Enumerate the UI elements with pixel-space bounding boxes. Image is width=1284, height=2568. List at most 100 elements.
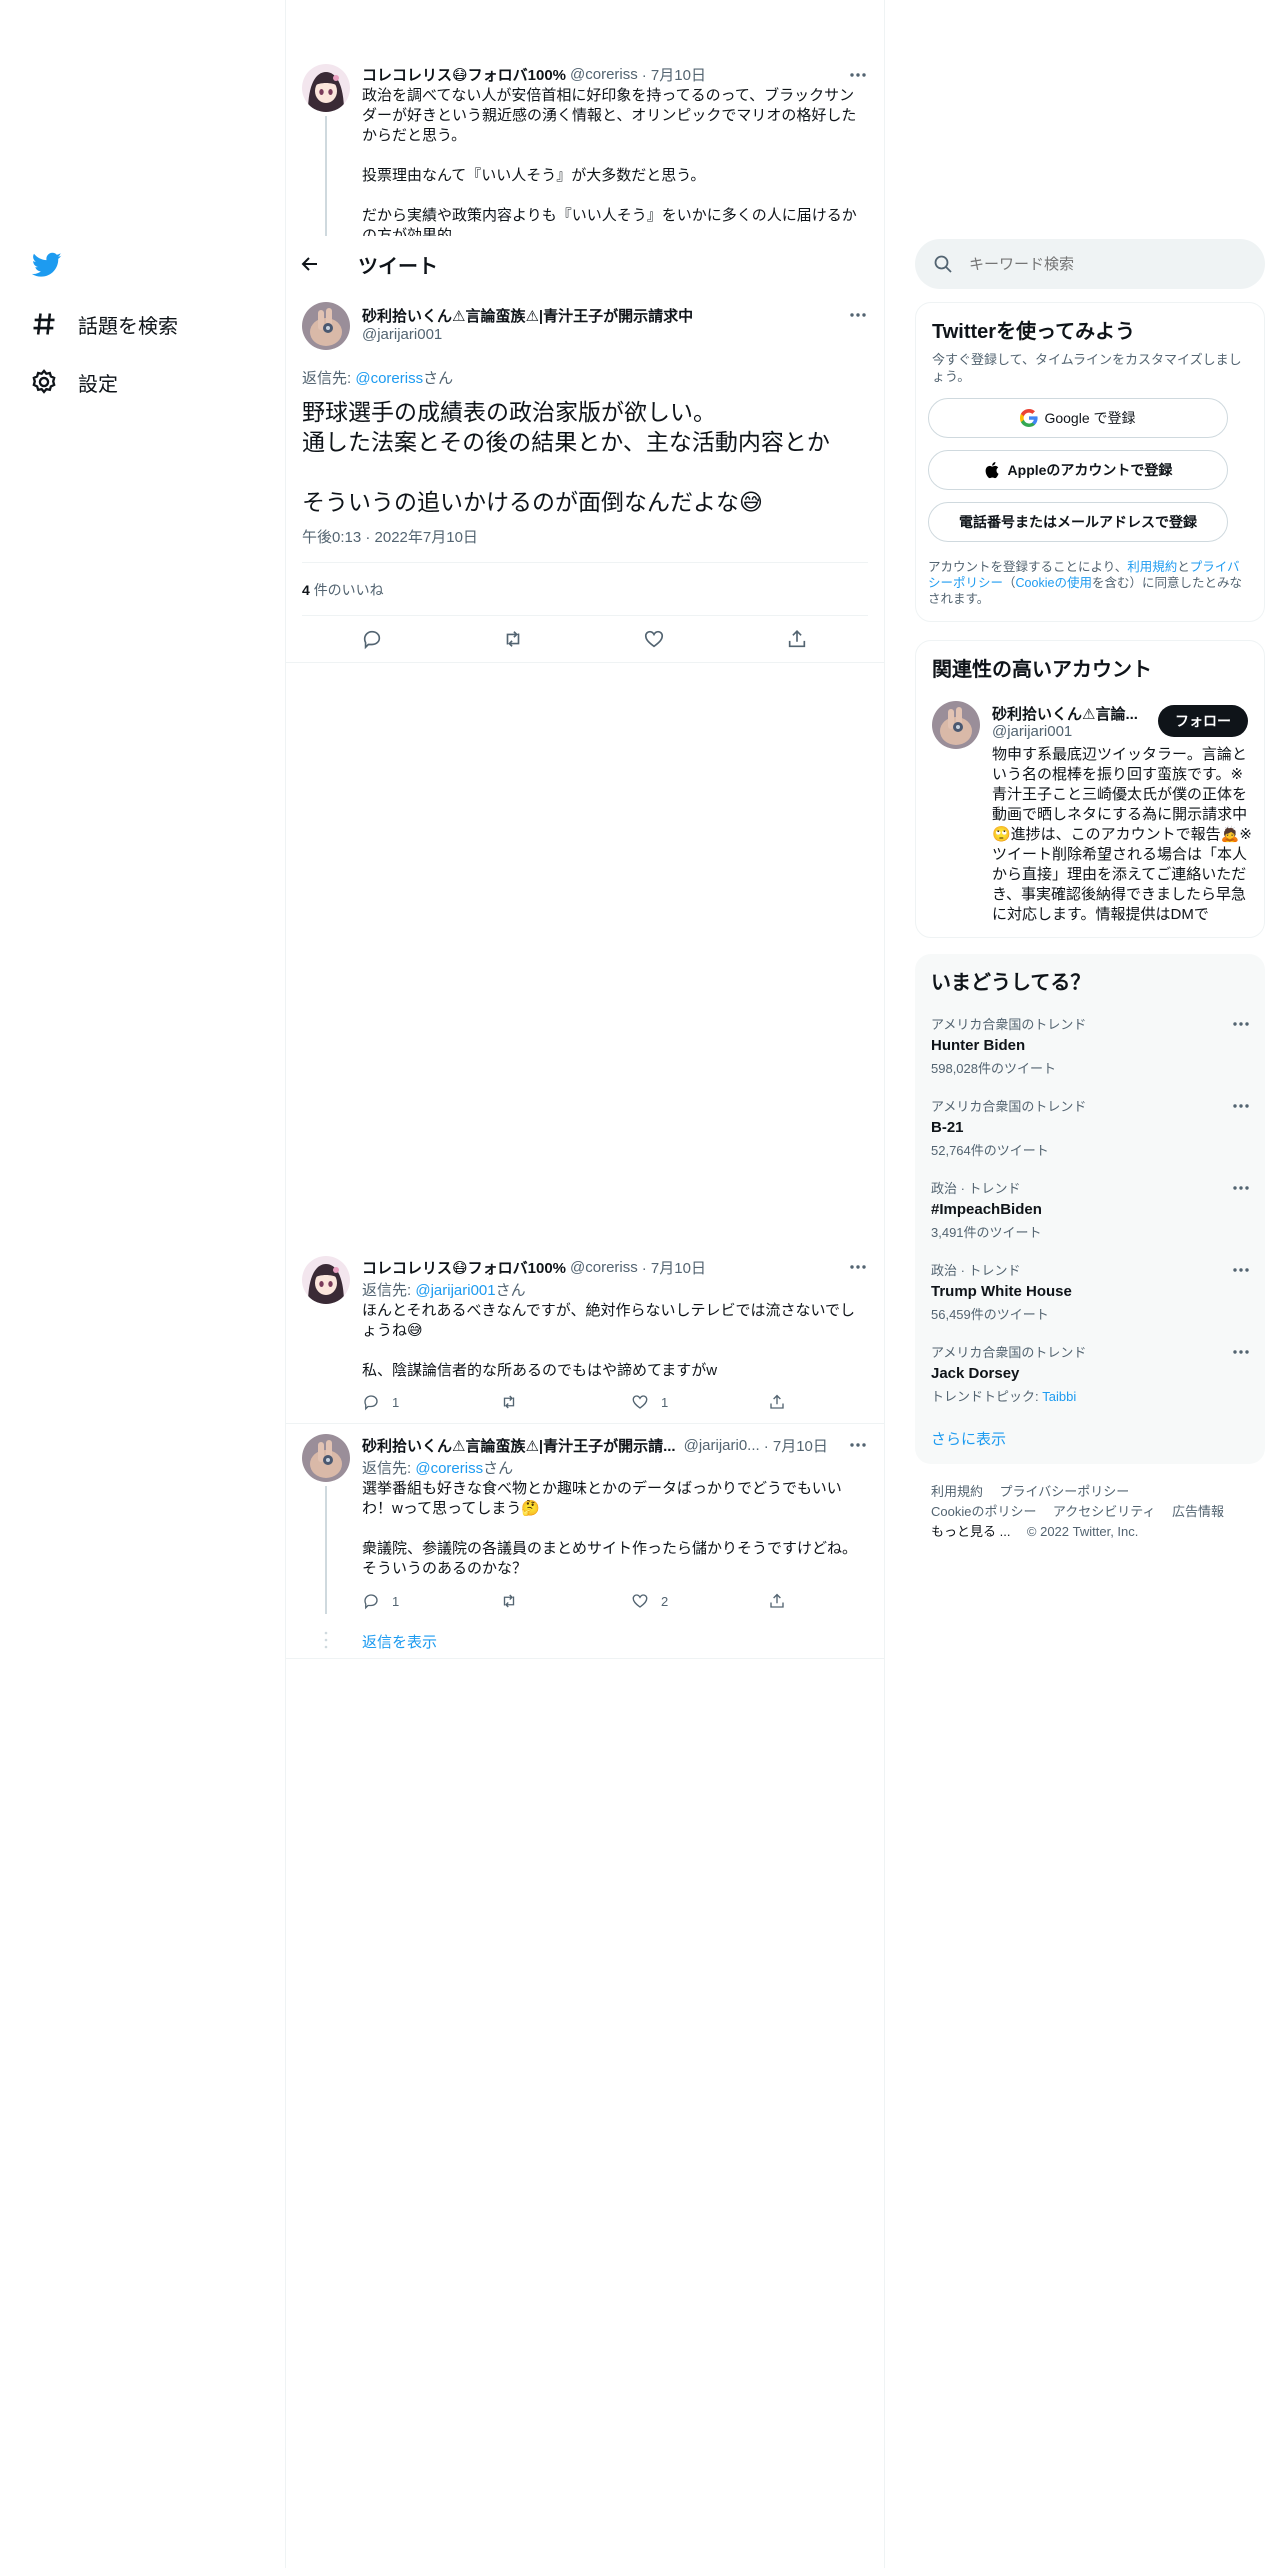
more-icon[interactable] xyxy=(848,1257,868,1277)
search-input[interactable] xyxy=(969,251,1249,277)
reply-to-link[interactable]: @coreriss xyxy=(355,370,423,387)
like-action[interactable]: 1 xyxy=(631,1393,668,1411)
tweet-date[interactable]: · 7月10日 xyxy=(764,1435,828,1456)
trend-name: Jack Dorsey xyxy=(931,1365,1020,1382)
reply-suffix: さん xyxy=(495,1282,526,1299)
like-count: 1 xyxy=(661,1394,669,1410)
avatar[interactable] xyxy=(302,64,350,112)
reply-context: 返信先: @corerissさん xyxy=(302,367,453,388)
likes-stat[interactable]: 4 件のいいね xyxy=(302,580,384,600)
author-handle[interactable]: @jarijari0... xyxy=(684,1437,760,1454)
author-name[interactable]: コレコレリス😷フォロバ100% xyxy=(362,64,566,85)
reply-icon xyxy=(364,1395,378,1411)
divider xyxy=(286,1423,884,1424)
reply-label: 返信先: xyxy=(302,370,352,387)
trend-item[interactable]: 政治 · トレンド Trump White House 56,459件のツイート xyxy=(931,1260,1251,1323)
author-handle[interactable]: @coreriss xyxy=(570,66,638,83)
author-handle[interactable]: @coreriss xyxy=(570,1259,638,1276)
trend-item[interactable]: 政治 · トレンド #ImpeachBiden 3,491件のツイート xyxy=(931,1178,1251,1241)
trend-count: トレンドトピック: Taibbi xyxy=(931,1386,1251,1405)
like-action[interactable]: 2 xyxy=(631,1592,668,1610)
trend-item[interactable]: アメリカ合衆国のトレンド Hunter Biden 598,028件のツイート xyxy=(931,1014,1251,1077)
retweet-action[interactable] xyxy=(500,1592,530,1610)
trend-item[interactable]: アメリカ合衆国のトレンド B-21 52,764件のツイート xyxy=(931,1096,1251,1159)
cookie-link[interactable]: Cookieの使用 xyxy=(1016,576,1092,590)
related-name[interactable]: 砂利拾いくん⚠言論... xyxy=(992,703,1138,724)
author-name[interactable]: 砂利拾いくん⚠言論蛮族⚠|青汁王子が開示請求中 xyxy=(362,305,693,326)
footer-link-privacy[interactable]: プライバシーポリシー xyxy=(999,1484,1129,1499)
author-name[interactable]: 砂利拾いくん⚠言論蛮族⚠|青汁王子が開示請... xyxy=(362,1435,676,1456)
trend-item[interactable]: アメリカ合衆国のトレンド Jack Dorsey トレンドトピック: Taibb… xyxy=(931,1342,1251,1405)
tweet-timestamp[interactable]: 午後0:13 · 2022年7月10日 xyxy=(302,526,478,547)
trend-category: 政治 · トレンド xyxy=(931,1263,1021,1278)
reply-context: 返信先: @jarijari001さん xyxy=(362,1279,526,1300)
hand-avatar-icon xyxy=(302,302,350,350)
avatar[interactable] xyxy=(302,302,350,350)
like-icon xyxy=(632,1395,648,1409)
more-icon[interactable] xyxy=(1231,1260,1251,1280)
search-box[interactable] xyxy=(915,239,1265,289)
cookie-open: （ xyxy=(1003,576,1016,590)
footer-link-terms[interactable]: 利用規約 xyxy=(931,1484,983,1499)
avatar[interactable] xyxy=(302,1434,350,1482)
back-arrow-icon[interactable] xyxy=(300,254,320,274)
follow-button[interactable]: フォロー xyxy=(1158,705,1248,737)
trend-name: #ImpeachBiden xyxy=(931,1201,1042,1218)
more-icon[interactable] xyxy=(1231,1342,1251,1362)
avatar[interactable] xyxy=(302,1256,350,1304)
share-icon[interactable] xyxy=(786,628,808,650)
more-icon[interactable] xyxy=(1231,1178,1251,1198)
nav-explore-label: 話題を検索 xyxy=(78,315,178,338)
show-replies-link[interactable]: 返信を表示 xyxy=(362,1631,437,1652)
reply-icon[interactable] xyxy=(361,628,383,650)
show-more-link[interactable]: さらに表示 xyxy=(931,1428,1006,1449)
reply-action[interactable]: 1 xyxy=(362,1393,399,1411)
divider xyxy=(286,662,884,663)
phone-email-signup-button[interactable]: 電話番号またはメールアドレスで登録 xyxy=(928,502,1228,542)
share-action[interactable] xyxy=(768,1592,786,1610)
nav-settings[interactable]: 設定 xyxy=(30,362,118,402)
tweet-date[interactable]: · 7月10日 xyxy=(642,1257,706,1278)
retweet-icon[interactable] xyxy=(502,628,524,650)
footer-link-cookie[interactable]: Cookieのポリシー xyxy=(931,1504,1036,1519)
apple-signup-label: Appleのアカウントで登録 xyxy=(1007,462,1173,478)
share-icon xyxy=(770,1394,784,1409)
author-name[interactable]: コレコレリス😷フォロバ100% xyxy=(362,1257,566,1278)
twitter-logo[interactable] xyxy=(31,250,62,280)
more-icon[interactable] xyxy=(848,65,868,85)
divider xyxy=(286,1658,884,1659)
reply-to-link[interactable]: @coreriss xyxy=(415,1460,483,1477)
reply-action[interactable]: 1 xyxy=(362,1592,399,1610)
more-icon[interactable] xyxy=(1231,1014,1251,1034)
reply-label: 返信先: xyxy=(362,1282,412,1299)
thread-line xyxy=(325,116,327,236)
hashtag-icon xyxy=(33,313,55,335)
tweet-date[interactable]: · 7月10日 xyxy=(642,64,706,85)
more-icon[interactable] xyxy=(1231,1096,1251,1116)
author-handle[interactable]: @jarijari001 xyxy=(362,326,442,343)
more-icon[interactable] xyxy=(848,1435,868,1455)
retweet-action[interactable] xyxy=(500,1393,530,1411)
google-signup-button[interactable]: Google で登録 xyxy=(928,398,1228,438)
footer-link-accessibility[interactable]: アクセシビリティ xyxy=(1053,1504,1156,1519)
likes-label: 件のいいね xyxy=(313,582,384,598)
footer-link-ads[interactable]: 広告情報 xyxy=(1172,1504,1224,1519)
retweet-icon xyxy=(503,1594,515,1608)
trend-count: 52,764件のツイート xyxy=(931,1143,1049,1158)
trend-topic-link[interactable]: Taibbi xyxy=(1042,1389,1076,1404)
apple-signup-button[interactable]: Appleのアカウントで登録 xyxy=(928,450,1228,490)
google-signup-label: Google で登録 xyxy=(1044,410,1136,426)
more-icon[interactable] xyxy=(848,305,868,325)
related-handle[interactable]: @jarijari001 xyxy=(992,723,1072,740)
footer-more-link[interactable]: もっと見る ... xyxy=(931,1524,1010,1539)
nav-explore[interactable]: 話題を検索 xyxy=(30,304,178,344)
anime-avatar-icon xyxy=(302,64,350,112)
terms-link[interactable]: 利用規約 xyxy=(1127,560,1177,574)
share-action[interactable] xyxy=(768,1393,786,1411)
reply-icon xyxy=(364,1594,378,1610)
like-icon[interactable] xyxy=(643,628,665,650)
nav-settings-label: 設定 xyxy=(78,373,118,396)
reply-to-link[interactable]: @jarijari001 xyxy=(415,1282,495,1299)
signup-card: Twitterを使ってみよう 今すぐ登録して、タイムラインをカスタマイズしましょ… xyxy=(915,302,1265,622)
avatar[interactable] xyxy=(932,701,980,749)
